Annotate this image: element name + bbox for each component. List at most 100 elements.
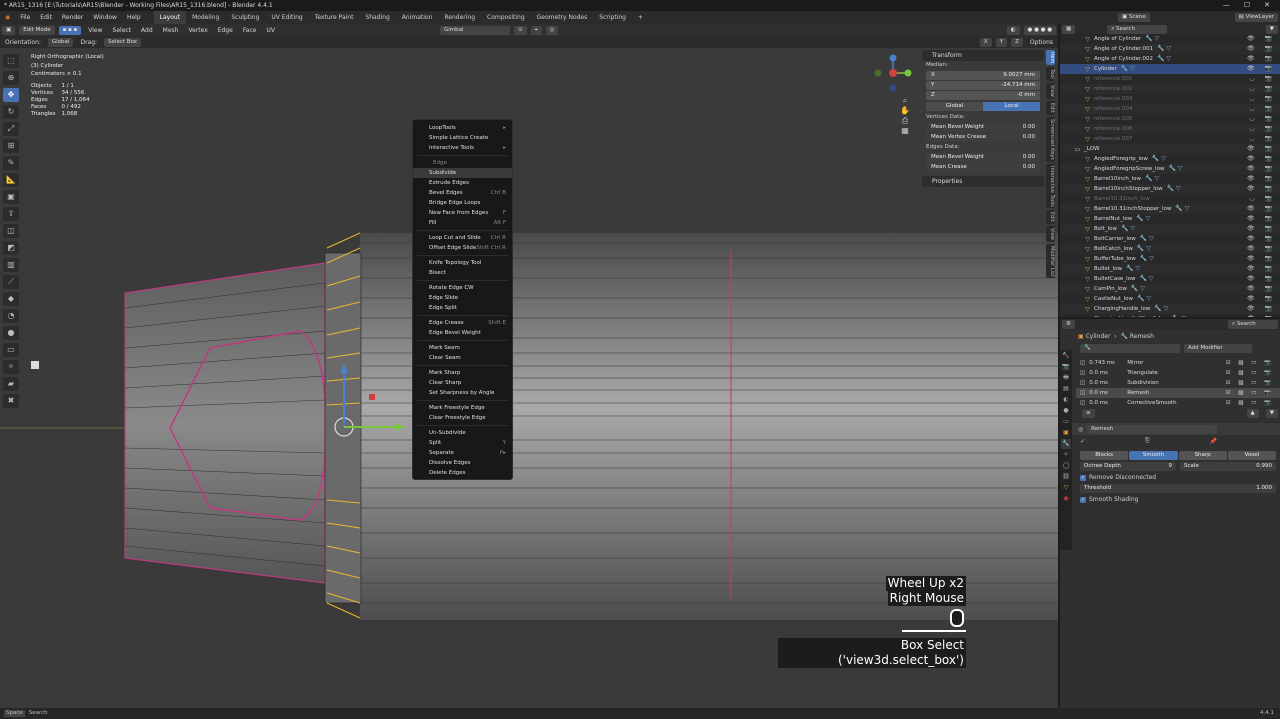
edge-bevel-weight-field[interactable]: Mean Bevel Weight 0.00 xyxy=(926,153,1040,162)
visibility-toggle-icons[interactable]: 👁 📷 xyxy=(1247,304,1276,314)
tab-compositing[interactable]: Compositing xyxy=(481,11,531,24)
rotate-icon[interactable]: ↻ xyxy=(3,105,19,119)
visibility-toggle-icons[interactable]: 👁 📷 xyxy=(1247,244,1276,254)
tab-sculpting[interactable]: Sculpting xyxy=(225,11,265,24)
modifier-icons[interactable]: 🔧 ▽ xyxy=(1145,34,1159,44)
modifier-list-item[interactable]: ◫ 0.0 ms Remesh ☑ ▨ ▭ 📷 xyxy=(1076,388,1280,398)
scene-select[interactable]: ▣ Scene xyxy=(1118,13,1150,22)
mean-bevel-weight-field[interactable]: Mean Bevel Weight 0.00 xyxy=(926,123,1040,132)
modifier-icons[interactable]: 🔧 ▽ xyxy=(1121,64,1135,74)
outliner-item[interactable]: ▽ reference.002 ◡ 📷 xyxy=(1060,84,1280,94)
visibility-toggle-icons[interactable]: ◡ 📷 xyxy=(1249,104,1276,114)
outliner-item[interactable]: ▽ ChargingHandle_low 🔧 ▽ 👁 📷 xyxy=(1060,304,1280,314)
menu-file[interactable]: File xyxy=(15,11,35,24)
outliner-item[interactable]: ▽ Angle of Cylinder 🔧 ▽ 👁 📷 xyxy=(1060,34,1280,44)
visibility-toggle-icons[interactable]: 👁 📷 xyxy=(1247,64,1276,74)
rip-icon[interactable]: ✖ xyxy=(3,394,19,408)
visibility-toggle-icons[interactable]: 👁 📷 xyxy=(1247,294,1276,304)
physics-tab-icon[interactable]: ◯ xyxy=(1061,461,1071,471)
visibility-toggle-icons[interactable]: 👁 📷 xyxy=(1247,44,1276,54)
menu-item-mark-sharp[interactable]: Mark Sharp xyxy=(413,368,512,378)
transform-icon[interactable]: ⊞ xyxy=(3,139,19,153)
modifier-toggle-icons[interactable]: ☑ ▨ ▭ 📷 xyxy=(1226,358,1274,368)
material-tab-icon[interactable]: ◉ xyxy=(1061,494,1071,504)
sidebar-tab-screencast-keys[interactable]: Screencast Keys xyxy=(1046,116,1055,162)
menu-edit[interactable]: Edit xyxy=(35,11,57,24)
camera-icon[interactable]: ⎙ xyxy=(900,116,910,126)
menu-item-extrude-edges[interactable]: Extrude Edges xyxy=(413,178,512,188)
move-icon[interactable]: ✥ xyxy=(3,88,19,102)
axis-x-toggle[interactable]: X xyxy=(979,37,992,47)
particles-tab-icon[interactable]: ✧ xyxy=(1061,450,1071,460)
sidebar-tab-edit[interactable]: Edit xyxy=(1046,100,1055,115)
pan-hand-icon[interactable]: ✋ xyxy=(900,106,910,116)
smooth-shading-row[interactable]: ✓ Smooth Shading xyxy=(1060,494,1280,505)
outliner-item[interactable]: ▽ Angle of Cylinder.002 🔧 ▽ 👁 📷 xyxy=(1060,54,1280,64)
modifier-list-item[interactable]: ◫ 0.0 ms Triangulate ☑ ▨ ▭ 📷 xyxy=(1076,368,1280,378)
median-z-field[interactable]: Z -0 mm xyxy=(926,91,1040,100)
close-icon[interactable]: ✕ xyxy=(1264,0,1270,11)
copy-icon[interactable]: ⎘ xyxy=(1145,437,1150,445)
minimize-icon[interactable]: — xyxy=(1223,0,1230,11)
world-tab-icon[interactable]: ● xyxy=(1061,406,1071,416)
outliner-item[interactable]: ▽ Barrel10.31inch_low ◡ 📷 xyxy=(1060,194,1280,204)
median-y-field[interactable]: Y -24.714 mm xyxy=(926,81,1040,90)
outliner-item[interactable]: ▽ Cylinder 🔧 ▽ 👁 📷 xyxy=(1060,64,1280,74)
outliner-item[interactable]: ▽ Bullet_low 🔧 ▽ 👁 📷 xyxy=(1060,264,1280,274)
remesh-name-field[interactable]: Remesh xyxy=(1087,424,1218,434)
modifier-icons[interactable]: 🔧 ▽ xyxy=(1131,284,1145,294)
view-layer-tab-icon[interactable]: ▤ xyxy=(1061,384,1071,394)
modifier-icons[interactable]: 🔧 ▽ xyxy=(1167,184,1181,194)
remove-disconnected-row[interactable]: ✓ Remove Disconnected xyxy=(1060,472,1280,483)
visibility-toggle-icons[interactable]: ◡ 📷 xyxy=(1249,84,1276,94)
outliner-item[interactable]: ▽ AngledForegripScrew_low 🔧 ▽ 👁 📷 xyxy=(1060,164,1280,174)
grid-icon[interactable]: ▦ xyxy=(900,126,910,136)
snap-icon[interactable]: ⌖ xyxy=(530,25,542,35)
outliner-search[interactable]: ⌕ Search xyxy=(1107,24,1168,34)
menu-item-mark-seam[interactable]: Mark Seam xyxy=(413,343,512,353)
visibility-toggle-icons[interactable]: 👁 📷 xyxy=(1247,214,1276,224)
mode-blocks[interactable]: Blocks xyxy=(1080,451,1129,460)
menu-item-mark-freestyle-edge[interactable]: Mark Freestyle Edge xyxy=(413,403,512,413)
visibility-toggle-icons[interactable]: 👁 📷 xyxy=(1247,274,1276,284)
mode-select[interactable]: Edit Mode xyxy=(19,25,55,35)
apply-check-icon[interactable]: ✓ xyxy=(1080,438,1085,445)
object-tab-icon[interactable]: ▣ xyxy=(1061,428,1071,438)
inset-icon[interactable]: ◫ xyxy=(3,224,19,238)
menu-item-clear-freestyle-edge[interactable]: Clear Freestyle Edge xyxy=(413,413,512,423)
outliner-item[interactable]: ▽ BufferTube_low 🔧 ▽ 👁 📷 xyxy=(1060,254,1280,264)
mode-smooth[interactable]: Smooth xyxy=(1129,451,1178,460)
modifier-icons[interactable]: 🔧 ▽ xyxy=(1126,264,1140,274)
menu-item-interactive-tools[interactable]: Interactive Tools ▸ xyxy=(413,143,512,153)
visibility-toggle-icons[interactable]: 👁 📷 xyxy=(1247,284,1276,294)
sidebar-tab-view[interactable]: View xyxy=(1046,83,1055,99)
editor-type-icon[interactable]: ⚙ xyxy=(1062,320,1075,329)
editor-type-icon[interactable]: ▣ xyxy=(2,25,16,35)
shading-buttons[interactable]: ● ● ● ● xyxy=(1023,25,1056,35)
smooth-shading-checkbox[interactable]: ✓ xyxy=(1080,496,1086,503)
cursor-icon[interactable]: ⊕ xyxy=(3,71,19,85)
tab-layout[interactable]: Layout xyxy=(153,11,187,24)
sidebar-tab-interactive-tools[interactable]: Interactive Tools xyxy=(1046,163,1055,209)
outliner-item[interactable]: ▽ Barrel10inchStopper_low 🔧 ▽ 👁 📷 xyxy=(1060,184,1280,194)
status-search[interactable]: Search xyxy=(29,708,48,719)
menu-item-dissolve-edges[interactable]: Dissolve Edges xyxy=(413,458,512,468)
add-modifier-button[interactable]: Add Modifier xyxy=(1184,343,1252,353)
outliner-item[interactable]: ▽ BarrelNut_low 🔧 ▽ 👁 📷 xyxy=(1060,214,1280,224)
modifier-icons[interactable]: 🔧 ▽ xyxy=(1175,204,1189,214)
transform-orientation-select[interactable]: Gimbal xyxy=(439,25,510,35)
axis-z-toggle[interactable]: Z xyxy=(1011,37,1023,47)
proportional-icon[interactable]: ◎ xyxy=(545,25,559,35)
modifier-icons[interactable]: 🔧 ▽ xyxy=(1140,234,1154,244)
options-menu[interactable]: Options xyxy=(1025,36,1058,49)
move-up-icon[interactable]: ▲ xyxy=(1246,409,1259,418)
scale-field[interactable]: Scale 0.990 xyxy=(1180,462,1276,471)
menu-render[interactable]: Render xyxy=(57,11,88,24)
collection-tab-icon[interactable]: ▭ xyxy=(1061,417,1071,427)
modifier-icons[interactable]: 🔧 ▽ xyxy=(1145,174,1159,184)
scene-tab-icon[interactable]: ◐ xyxy=(1061,395,1071,405)
outliner-item[interactable]: ▽ CamPin_low 🔧 ▽ 👁 📷 xyxy=(1060,284,1280,294)
visibility-toggle-icons[interactable]: ◡ 📷 xyxy=(1249,194,1276,204)
outliner-collection[interactable]: ▭ _LOW 👁 📷 xyxy=(1060,144,1280,154)
menu-item-bisect[interactable]: Bisect xyxy=(413,268,512,278)
